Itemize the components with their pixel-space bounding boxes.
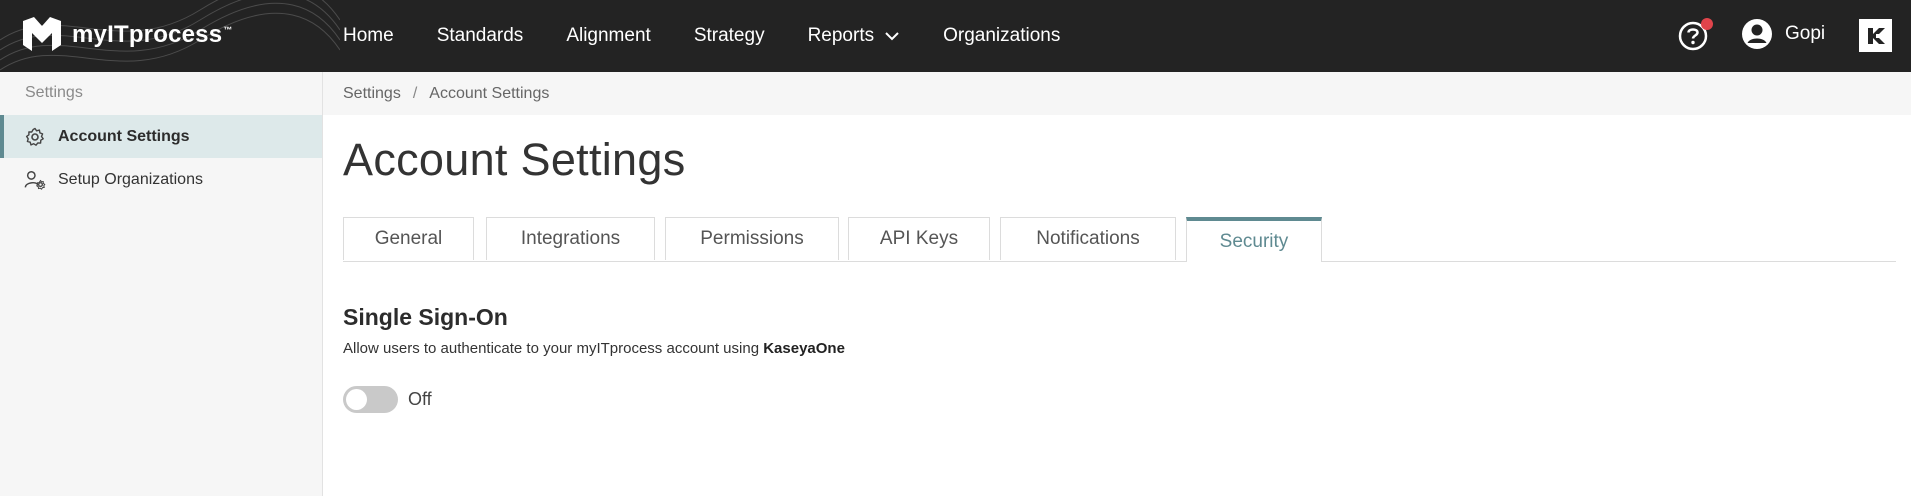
breadcrumb-settings[interactable]: Settings [343,85,401,103]
nav-organizations[interactable]: Organizations [943,25,1060,47]
tab-integrations[interactable]: Integrations [486,217,655,260]
nav-strategy-label: Strategy [693,25,765,46]
sso-description-text: Allow users to authenticate to your myIT… [343,340,764,357]
logo-mark-icon [23,17,61,51]
toggle-knob [346,389,367,410]
sidebar-item-account-settings[interactable]: Account Settings [0,115,322,158]
sidebar-item-setup-organizations[interactable]: Setup Organizations [0,158,322,201]
chevron-down-icon [885,32,899,41]
kaseya-app-switcher[interactable] [1859,19,1892,52]
nav-home[interactable]: Home [343,25,394,47]
page-title: Account Settings [343,134,686,185]
tab-general[interactable]: General [343,217,474,260]
tab-security[interactable]: Security [1186,217,1322,262]
user-gear-icon [24,169,46,191]
sidebar-header: Settings [25,84,83,101]
nav-standards-label: Standards [436,25,524,46]
logo-text: myITprocess™ [72,21,233,48]
breadcrumb-account-settings: Account Settings [429,84,550,102]
sso-section-title: Single Sign-On [343,304,508,330]
breadcrumb-separator: / [412,84,418,102]
sso-provider-name: KaseyaOne [763,340,845,357]
settings-sidebar: Settings Account Settings Setup Organiza… [0,72,323,496]
user-menu[interactable]: Gopi [1741,18,1825,50]
tab-label: Integrations [520,228,621,249]
gear-icon [24,126,46,148]
tab-label: API Keys [879,228,959,249]
tab-notifications[interactable]: Notifications [1000,217,1176,260]
help-button[interactable] [1678,18,1714,54]
sso-toggle[interactable] [343,386,398,413]
nav-organizations-label: Organizations [943,25,1061,46]
kaseya-logo-icon [1867,27,1885,44]
nav-strategy[interactable]: Strategy [694,25,765,47]
nav-reports[interactable]: Reports [808,25,901,47]
tab-permissions[interactable]: Permissions [665,217,839,260]
tab-label: Permissions [700,228,804,249]
sso-description: Allow users to authenticate to your myIT… [343,340,845,357]
user-avatar-icon [1742,19,1772,49]
app-logo[interactable]: myITprocess™ [20,17,232,53]
user-name: Gopi [1785,23,1826,44]
nav-alignment-label: Alignment [566,25,651,46]
nav-alignment[interactable]: Alignment [566,25,651,47]
breadcrumb: Settings / Account Settings [323,72,1911,115]
tab-label: Security [1219,230,1289,252]
tab-label: Notifications [1036,228,1140,249]
top-navigation-bar: myITprocess™ Home Standards Alignment St… [0,0,1911,72]
nav-home-label: Home [343,25,394,46]
sso-toggle-state: Off [408,389,432,409]
nav-standards[interactable]: Standards [437,25,524,47]
main-nav: Home Standards Alignment Strategy Report… [343,0,1103,72]
sidebar-item-label: Setup Organizations [58,170,203,188]
tab-api-keys[interactable]: API Keys [848,217,990,260]
notification-dot [1701,18,1713,30]
sidebar-item-label: Account Settings [58,127,190,145]
nav-reports-label: Reports [807,25,875,46]
tab-label: General [374,228,443,249]
settings-tabs: General Integrations Permissions API Key… [343,217,1896,262]
